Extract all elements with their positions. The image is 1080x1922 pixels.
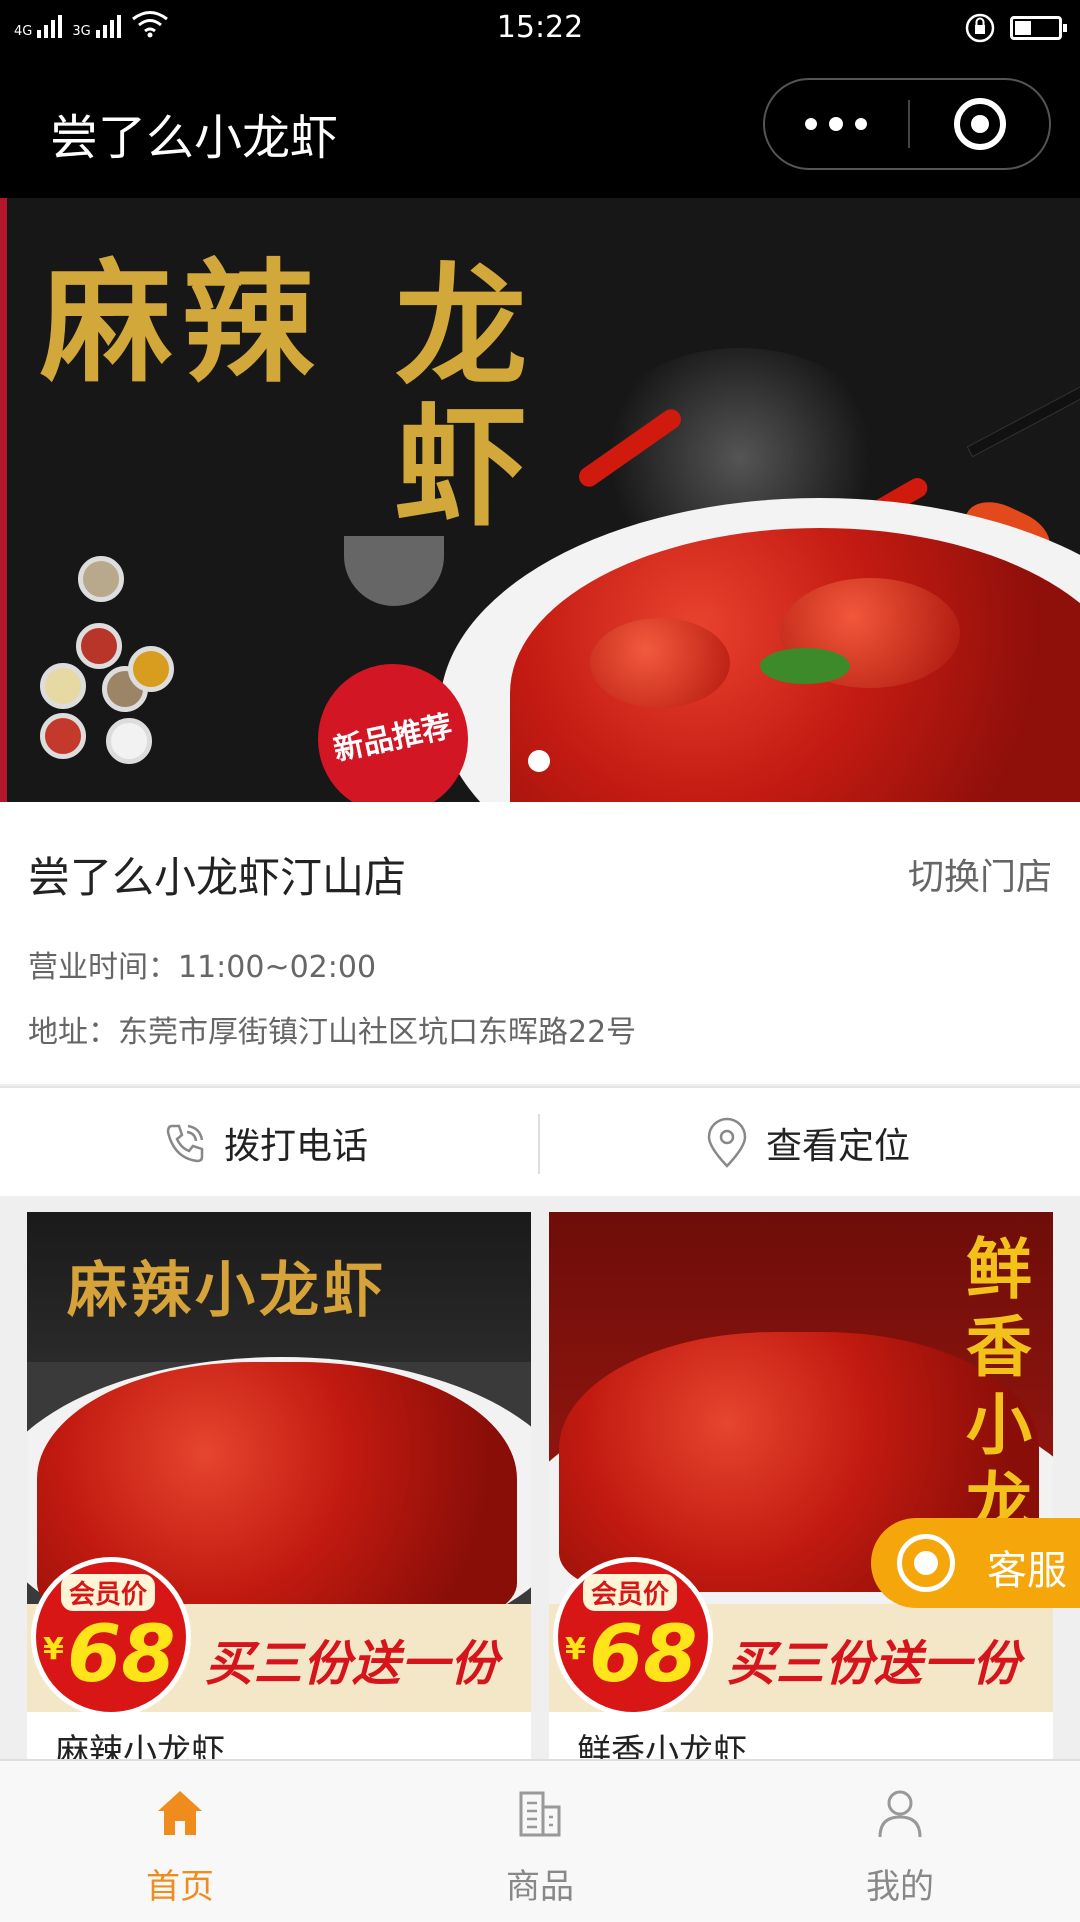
rotation-lock-icon <box>965 13 995 43</box>
member-price-label: 会员价 <box>61 1574 156 1611</box>
store-name: 尝了么小龙虾汀山店 <box>28 853 407 902</box>
headset-icon <box>897 1534 955 1592</box>
business-hours: 营业时间：11:00~02:00 <box>28 950 377 985</box>
product-card[interactable]: 麻辣小龙虾 买三份送一份 会员价 ¥ 68 麻辣小龙虾 <box>27 1212 531 1772</box>
new-product-stamp: 新品推荐 <box>304 650 482 802</box>
product-price: 68 <box>67 1610 176 1700</box>
member-price-label: 会员价 <box>583 1574 678 1611</box>
page-title: 尝了么小龙虾 <box>50 110 339 166</box>
view-location-button[interactable]: 查看定位 <box>704 1088 910 1198</box>
tab-profile[interactable]: 我的 <box>720 1761 1080 1922</box>
call-button[interactable]: 拨打电话 <box>162 1088 368 1198</box>
product-image-title: 鲜香小龙 <box>966 1230 1032 1542</box>
promo-text: 买三份送一份 <box>727 1636 1022 1692</box>
banner-headline-right: 龙虾 <box>395 250 527 545</box>
store-info: 尝了么小龙虾汀山店 切换门店 营业时间：11:00~02:00 地址：东莞市厚街… <box>0 802 1080 1084</box>
banner-headline-left: 麻辣 <box>40 246 324 401</box>
customer-service-button[interactable]: 客服 <box>871 1518 1080 1608</box>
miniprogram-capsule <box>763 78 1051 170</box>
store-address: 地址：东莞市厚街镇汀山社区坑口东晖路22号 <box>28 1015 637 1050</box>
user-icon <box>878 1790 922 1838</box>
product-price: 68 <box>589 1610 698 1700</box>
product-grid: 麻辣小龙虾 买三份送一份 会员价 ¥ 68 麻辣小龙虾 鲜香小龙 买三份送一份 … <box>0 1196 1080 1772</box>
tab-home[interactable]: 首页 <box>0 1761 360 1922</box>
carousel-indicator[interactable] <box>528 750 550 772</box>
product-card[interactable]: 鲜香小龙 买三份送一份 会员价 ¥ 68 鲜香小龙虾 <box>549 1212 1053 1772</box>
phone-icon <box>166 1124 204 1163</box>
location-pin-icon <box>707 1117 747 1168</box>
mortar-graphic <box>344 536 444 606</box>
promo-text: 买三份送一份 <box>205 1636 500 1692</box>
status-time: 15:22 <box>496 10 584 45</box>
tab-bar: 首页 商品 我的 <box>0 1759 1080 1922</box>
tab-products[interactable]: 商品 <box>360 1761 720 1922</box>
home-icon <box>158 1791 202 1835</box>
nav-bar: 尝了么小龙虾 <box>0 56 1080 198</box>
chopsticks-graphic <box>966 370 1080 458</box>
close-miniprogram-button[interactable] <box>910 80 1051 168</box>
promo-banner[interactable]: 麻辣 龙虾 新品推荐 <box>0 198 1080 802</box>
more-dots-icon <box>805 118 817 130</box>
status-bar: 4G 3G 15:22 <box>0 0 1080 56</box>
building-icon <box>519 1791 561 1837</box>
store-actions: 拨打电话 查看定位 <box>0 1086 1080 1198</box>
battery-icon <box>1010 16 1067 40</box>
more-menu-button[interactable] <box>765 80 908 168</box>
switch-store-button[interactable]: 切换门店 <box>908 848 1052 900</box>
product-image-title: 麻辣小龙虾 <box>67 1256 387 1326</box>
